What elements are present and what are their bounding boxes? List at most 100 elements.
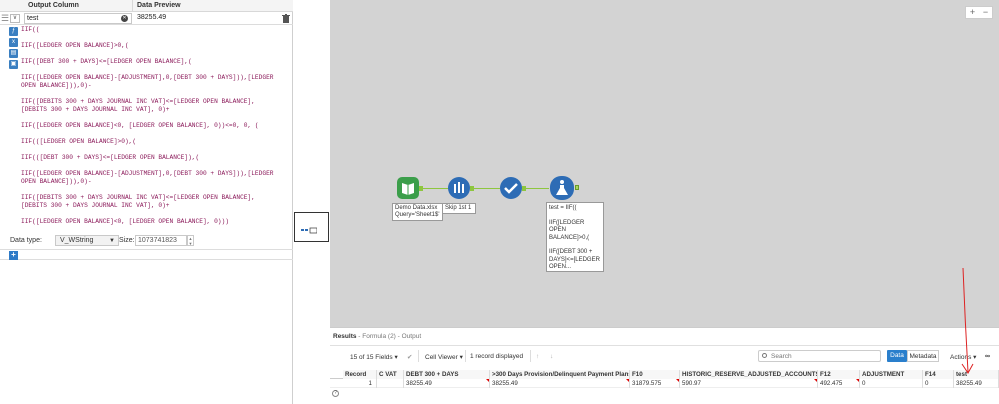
size-spinner[interactable]: ▲ ▼ (187, 235, 194, 246)
data-preview-header: Data Preview (137, 2, 181, 9)
results-toolbar: 15 of 15 Fields ▾ ✔ Cell Viewer ▾ 1 reco… (330, 347, 999, 365)
column-header[interactable]: C VAT (377, 370, 404, 379)
records-displayed: 1 record displayed (470, 353, 524, 360)
code-line: IIF(( (21, 26, 40, 33)
sample-tool[interactable] (448, 177, 470, 199)
column-header[interactable]: ADJUSTMENT (860, 370, 923, 379)
input-tool-label: Demo Data.xlsx Query='Sheet1$' (392, 203, 443, 221)
annotation-line: test = IIF(( (549, 205, 577, 211)
code-line: IIF(([DEBT 300 + DAYS]<=[LEDGER OPEN BAL… (21, 154, 200, 161)
data-type-value: V_WString (60, 237, 94, 244)
table-header-row: Record C VAT DEBT 300 + DAYS >300 Days Prov… (330, 370, 999, 379)
output-anchor[interactable] (522, 186, 526, 191)
table-cell[interactable]: 590.97 (680, 379, 818, 388)
output-anchor[interactable] (419, 186, 423, 191)
formula-expression-editor[interactable]: IIF((IIF([LEDGER OPEN BALANCE]>0,(IIF([D… (21, 26, 293, 232)
arrow-down-icon[interactable]: ↓ (550, 353, 553, 360)
table-cell[interactable]: 38255.49 (954, 379, 999, 388)
column-header[interactable]: HISTORIC_RESERVE_ADJUSTED_ACCOUNTS_RE... (680, 370, 818, 379)
sample-tool-label: Skip 1st 1 (442, 203, 476, 214)
overview-minimap[interactable] (294, 212, 329, 242)
cell-viewer-label: Cell Viewer (425, 354, 458, 361)
results-subtitle: - Formula (2) - Output (356, 333, 422, 340)
actions-menu[interactable]: Actions ▾ (950, 353, 976, 361)
formula-tool[interactable] (550, 176, 574, 200)
results-title: Results - Formula (2) - Output (333, 333, 421, 340)
function-icon[interactable]: ƒ (9, 27, 18, 36)
actions-label: Actions (950, 354, 972, 361)
select-tool[interactable] (500, 177, 522, 199)
more-options-icon[interactable]: ∞ (985, 353, 990, 360)
sample-icon (454, 182, 464, 193)
code-line: [DEBITS 300 + DAYS JOURNAL INC VAT], 0)+ (21, 202, 170, 209)
table-cell[interactable] (377, 379, 404, 388)
trash-icon[interactable] (282, 14, 290, 23)
arrow-up-icon[interactable]: ↑ (536, 353, 539, 360)
truncation-marker (676, 379, 679, 382)
variable-icon[interactable]: x (9, 38, 18, 47)
search-icon (762, 353, 767, 358)
column-header[interactable]: F12 (818, 370, 860, 379)
column-header[interactable]: test (954, 370, 999, 379)
designer-window: Output Column Data Preview ☰ ∨ ✕ 38255.4… (0, 0, 999, 404)
table-cell[interactable]: 492.475 (818, 379, 860, 388)
output-anchor[interactable] (470, 186, 474, 191)
apply-check-icon[interactable]: ✔ (407, 353, 412, 361)
minimap-workflow (301, 227, 317, 234)
code-line: IIF([DEBITS 300 + DAYS JOURNAL INC VAT]<… (21, 194, 255, 201)
code-line: OPEN BALANCE])),0)- (21, 178, 92, 185)
chevron-down-icon[interactable]: ∨ (10, 14, 20, 23)
column-header[interactable]: >300 Days Provision/Delinquent Payment P… (490, 370, 630, 379)
size-input[interactable]: 1073741823 (135, 235, 187, 246)
column-header[interactable]: DEBT 300 + DAYS (404, 370, 490, 379)
info-icon[interactable]: ? (332, 390, 339, 397)
table-cell[interactable]: 31879.575 (630, 379, 680, 388)
table-cell[interactable]: 38255.49 (404, 379, 490, 388)
annotation-line: IIF([DEBT 300 + (549, 249, 593, 255)
field-icon[interactable]: ▤ (9, 49, 18, 58)
input-query: Query='Sheet1$' (395, 212, 440, 218)
search-input[interactable]: Search (758, 350, 881, 362)
size-label: Size: (119, 237, 135, 244)
output-anchor[interactable] (575, 185, 579, 190)
output-field-input[interactable] (24, 13, 132, 24)
drag-handle-icon[interactable]: ☰ (1, 13, 9, 24)
data-type-select[interactable]: V_WString ▼ (55, 235, 119, 246)
zoom-out-button[interactable]: − (979, 7, 992, 18)
code-line: IIF([LEDGER OPEN BALANCE]<0, [LEDGER OPE… (21, 122, 259, 129)
zoom-control: + − (965, 6, 993, 19)
book-icon (402, 183, 414, 195)
data-tab[interactable]: Data (887, 350, 907, 362)
header-divider (132, 0, 133, 12)
column-header[interactable]: F10 (630, 370, 680, 379)
table-cell[interactable]: 0 (860, 379, 923, 388)
data-type-row: Data type: V_WString ▼ Size: 1073741823 ▲… (8, 235, 293, 247)
column-header[interactable]: F14 (923, 370, 954, 379)
annotation-line (549, 242, 601, 249)
table-cell[interactable]: 1 (343, 379, 377, 388)
add-formula-button[interactable]: + (9, 251, 18, 260)
column-header[interactable]: Record (343, 370, 377, 379)
save-icon[interactable]: ▣ (9, 60, 18, 69)
workflow-canvas[interactable] (330, 0, 999, 327)
table-cell[interactable]: 0 (923, 379, 954, 388)
toolbar-divider (530, 350, 531, 362)
metadata-tab[interactable]: Metadata (907, 350, 939, 362)
data-type-label: Data type: (10, 237, 42, 244)
cell-viewer-dropdown[interactable]: Cell Viewer ▾ (425, 353, 463, 361)
code-line: IIF([LEDGER OPEN BALANCE]-[ADJUSTMENT],0… (21, 170, 274, 177)
code-line: OPEN BALANCE])),0)- (21, 82, 92, 89)
zoom-in-button[interactable]: + (966, 7, 979, 18)
code-line: IIF([LEDGER OPEN BALANCE]-[ADJUSTMENT],0… (21, 74, 274, 81)
input-file-name: Demo Data.xlsx (395, 205, 438, 211)
table-cell[interactable]: 38255.49 (490, 379, 630, 388)
clear-icon[interactable]: ✕ (121, 15, 128, 22)
fields-selector[interactable]: 15 of 15 Fields ▾ (350, 353, 398, 361)
formula-row[interactable]: ☰ ∨ ✕ 38255.49 (0, 12, 293, 25)
input-data-tool[interactable] (397, 177, 419, 199)
table-row[interactable]: 1 38255.49 38255.49 31879.575 590.97 492.475 0… (330, 379, 999, 388)
